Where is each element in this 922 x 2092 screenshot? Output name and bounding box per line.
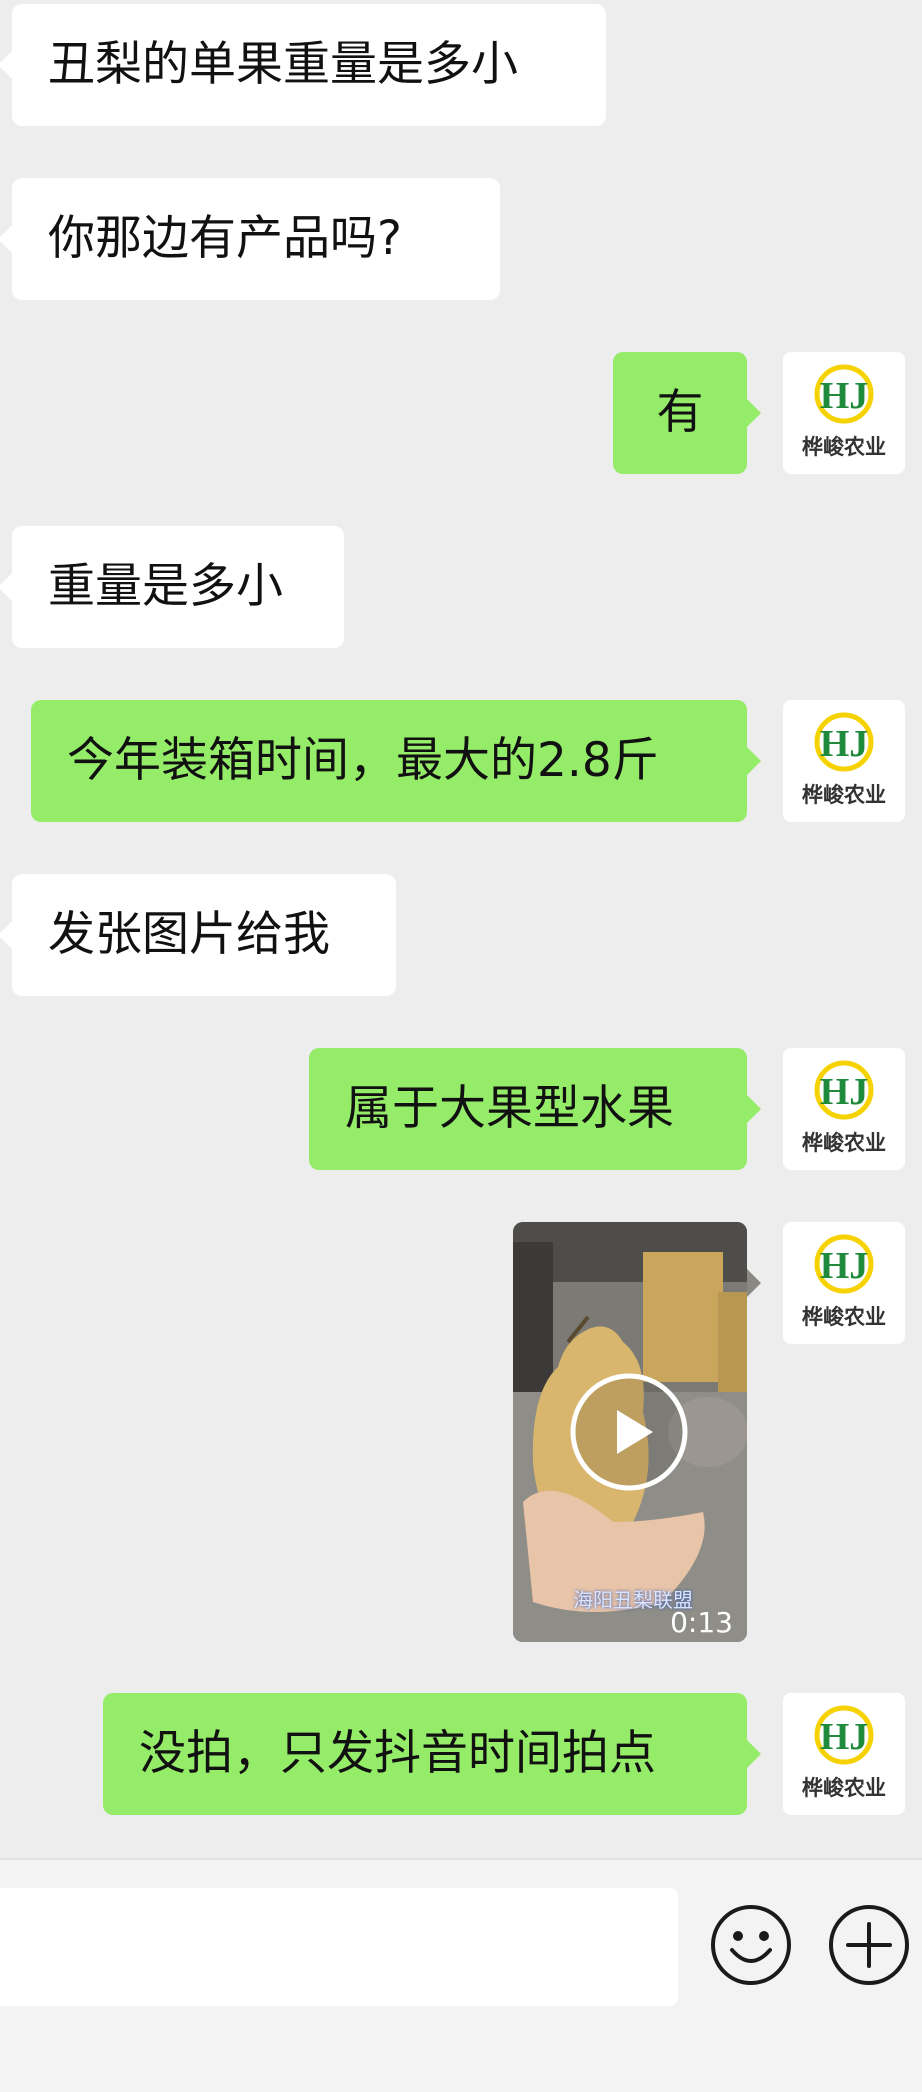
brand-text: 桦峻农业 bbox=[802, 435, 886, 459]
add-button[interactable] bbox=[826, 1902, 912, 1988]
logo-letters: HJ bbox=[820, 1716, 869, 1758]
brand-logo-icon: HJ 桦峻农业 bbox=[802, 1234, 886, 1329]
video-message[interactable]: 海阳丑梨联盟 0:13 bbox=[513, 1222, 747, 1642]
plus-circle-icon bbox=[829, 1905, 909, 1985]
logo-letters: HJ bbox=[820, 1071, 869, 1113]
video-duration: 0:13 bbox=[670, 1606, 733, 1639]
logo-letters: HJ bbox=[820, 723, 869, 765]
message-input[interactable] bbox=[0, 1888, 678, 2006]
brand-logo-icon: HJ 桦峻农业 bbox=[802, 1060, 886, 1155]
message-bubble-sent[interactable]: 有 bbox=[613, 352, 761, 474]
brand-text: 桦峻农业 bbox=[802, 1131, 886, 1155]
avatar[interactable]: HJ 桦峻农业 bbox=[783, 1693, 905, 1815]
emoji-icon bbox=[711, 1905, 791, 1985]
logo-letters: HJ bbox=[820, 375, 869, 417]
message-bubble-received[interactable]: 丑梨的单果重量是多小 bbox=[0, 4, 606, 126]
avatar[interactable]: HJ 桦峻农业 bbox=[783, 700, 905, 822]
brand-text: 桦峻农业 bbox=[802, 783, 886, 807]
brand-text: 桦峻农业 bbox=[802, 1305, 886, 1329]
brand-logo-icon: HJ 桦峻农业 bbox=[802, 712, 886, 807]
logo-letters: HJ bbox=[820, 1245, 869, 1287]
play-icon[interactable] bbox=[569, 1372, 689, 1492]
avatar[interactable]: HJ 桦峻农业 bbox=[783, 352, 905, 474]
brand-text: 桦峻农业 bbox=[802, 1776, 886, 1800]
message-bubble-received[interactable]: 发张图片给我 bbox=[0, 874, 396, 996]
emoji-button[interactable] bbox=[708, 1902, 794, 1988]
message-bubble-sent[interactable]: 今年装箱时间，最大的2.8斤 bbox=[31, 700, 761, 822]
message-bubble-sent[interactable]: 没拍，只发抖音时间拍点 bbox=[103, 1693, 761, 1815]
message-bubble-received[interactable]: 重量是多小 bbox=[0, 526, 344, 648]
video-bubble-arrow bbox=[747, 1269, 761, 1297]
brand-logo-icon: HJ 桦峻农业 bbox=[802, 1705, 886, 1800]
chat-area[interactable]: 丑梨的单果重量是多小 你那边有产品吗? 有 HJ 桦峻农业 重量是多小 今年装箱… bbox=[0, 0, 922, 1858]
avatar[interactable]: HJ 桦峻农业 bbox=[783, 1222, 905, 1344]
chat-input-bar bbox=[0, 1858, 922, 2092]
message-bubble-sent[interactable]: 属于大果型水果 bbox=[309, 1048, 761, 1170]
message-bubble-received[interactable]: 你那边有产品吗? bbox=[0, 178, 500, 300]
brand-logo-icon: HJ 桦峻农业 bbox=[802, 364, 886, 459]
avatar[interactable]: HJ 桦峻农业 bbox=[783, 1048, 905, 1170]
